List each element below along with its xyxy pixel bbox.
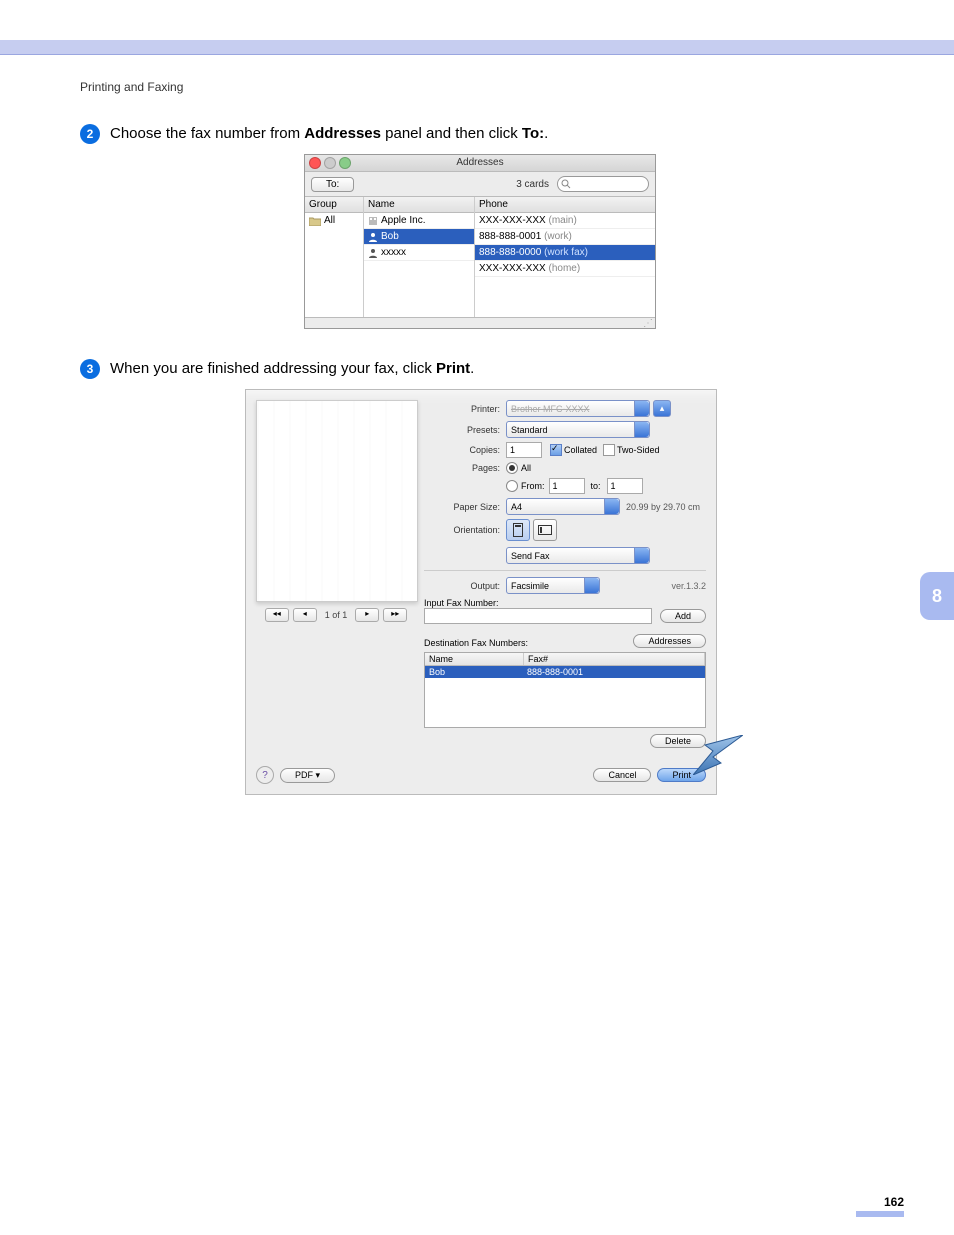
- orientation-portrait-button[interactable]: [506, 519, 530, 541]
- presets-select[interactable]: Standard▴▾: [506, 421, 650, 438]
- pages-range-radio[interactable]: [506, 480, 518, 492]
- print-preview-page: [256, 400, 418, 602]
- preview-page-indicator: 1 of 1: [321, 610, 352, 620]
- dest-col-name[interactable]: Name: [425, 653, 524, 665]
- phone-row[interactable]: XXX-XXX-XXX (main): [475, 213, 655, 229]
- to-button[interactable]: To:: [311, 177, 354, 192]
- phone-row[interactable]: 888-888-0000 (work fax): [475, 245, 655, 261]
- column-header-phone[interactable]: Phone: [475, 197, 655, 213]
- paper-size-label: Paper Size:: [424, 502, 506, 512]
- column-header-name[interactable]: Name: [364, 197, 474, 213]
- callout-arrow-icon: [693, 735, 743, 775]
- pages-all-label: All: [521, 463, 531, 473]
- step-bullet-2: 2: [80, 124, 100, 144]
- driver-version-label: ver.1.3.2: [671, 581, 706, 591]
- step-2-text: Choose the fax number from Addresses pan…: [110, 124, 548, 144]
- page-number-underline: [856, 1211, 904, 1217]
- two-sided-label: Two-Sided: [617, 445, 660, 455]
- card-count-label: 3 cards: [516, 179, 549, 190]
- pages-to-label: to:: [585, 481, 607, 491]
- column-header-group[interactable]: Group: [305, 197, 363, 213]
- copies-input[interactable]: [506, 442, 542, 458]
- input-fax-label: Input Fax Number:: [424, 598, 706, 608]
- landscape-icon: [538, 525, 552, 535]
- minimize-icon[interactable]: [324, 157, 336, 169]
- page-number: 162: [856, 1195, 904, 1209]
- print-dialog: ◂◂ ◂ 1 of 1 ▸ ▸▸ Printer: Brother MFC-XX…: [245, 389, 717, 795]
- pages-from-label: From:: [521, 481, 545, 491]
- printer-disclosure-button[interactable]: ▴: [653, 400, 671, 417]
- printer-select[interactable]: Brother MFC-XXXX▴▾: [506, 400, 650, 417]
- resize-grip-icon[interactable]: ⋰: [305, 317, 655, 328]
- collated-checkbox[interactable]: [550, 444, 562, 456]
- search-icon: [561, 179, 571, 189]
- pages-to-input[interactable]: [607, 478, 643, 494]
- dest-col-fax[interactable]: Fax#: [524, 653, 705, 665]
- step-3-text: When you are finished addressing your fa…: [110, 359, 474, 379]
- group-item-all[interactable]: All: [305, 213, 363, 228]
- addresses-titlebar: Addresses: [305, 155, 655, 172]
- contact-row[interactable]: Bob: [364, 229, 474, 245]
- phone-row[interactable]: 888-888-0001 (work): [475, 229, 655, 245]
- person-icon: [368, 232, 378, 242]
- pages-label: Pages:: [424, 463, 506, 473]
- contact-row[interactable]: Apple Inc.: [364, 213, 474, 229]
- pdf-menu-button[interactable]: PDF ▾: [280, 768, 335, 783]
- pages-all-radio[interactable]: [506, 462, 518, 474]
- addresses-window: Addresses To: 3 cards Group All Name: [304, 154, 656, 329]
- preview-prev-button[interactable]: ◂: [293, 608, 317, 622]
- help-button[interactable]: ?: [256, 766, 274, 784]
- search-input[interactable]: [557, 176, 649, 192]
- zoom-icon[interactable]: [339, 157, 351, 169]
- portrait-icon: [513, 523, 523, 537]
- pages-from-input[interactable]: [549, 478, 585, 494]
- output-label: Output:: [424, 581, 506, 591]
- person-icon: [368, 248, 378, 258]
- presets-label: Presets:: [424, 425, 506, 435]
- preview-last-button[interactable]: ▸▸: [383, 608, 407, 622]
- dest-table-row[interactable]: Bob 888-888-0001: [425, 666, 705, 678]
- chapter-tab: 8: [920, 572, 954, 620]
- step-bullet-3: 3: [80, 359, 100, 379]
- add-button[interactable]: Add: [660, 609, 706, 623]
- contact-row[interactable]: xxxxx: [364, 245, 474, 261]
- copies-label: Copies:: [424, 445, 506, 455]
- cancel-button[interactable]: Cancel: [593, 768, 651, 782]
- addresses-title: Addresses: [456, 157, 503, 168]
- collated-label: Collated: [564, 445, 597, 455]
- two-sided-checkbox[interactable]: [603, 444, 615, 456]
- printer-label: Printer:: [424, 404, 506, 414]
- paper-dimensions-label: 20.99 by 29.70 cm: [620, 502, 700, 512]
- preview-next-button[interactable]: ▸: [355, 608, 379, 622]
- destination-fax-table[interactable]: Name Fax# Bob 888-888-0001: [424, 652, 706, 728]
- orientation-landscape-button[interactable]: [533, 519, 557, 541]
- phone-row[interactable]: XXX-XXX-XXX (home): [475, 261, 655, 277]
- output-select[interactable]: Facsimile▴▾: [506, 577, 600, 594]
- input-fax-number-field[interactable]: [424, 608, 652, 624]
- folder-icon: [309, 216, 321, 226]
- building-icon: [368, 216, 378, 226]
- print-panel-select[interactable]: Send Fax▴▾: [506, 547, 650, 564]
- orientation-label: Orientation:: [424, 525, 506, 535]
- paper-size-select[interactable]: A4▴▾: [506, 498, 620, 515]
- close-icon[interactable]: [309, 157, 321, 169]
- addresses-button[interactable]: Addresses: [633, 634, 706, 648]
- page-section-header: Printing and Faxing: [80, 80, 880, 94]
- preview-first-button[interactable]: ◂◂: [265, 608, 289, 622]
- destination-fax-label: Destination Fax Numbers:: [424, 638, 528, 648]
